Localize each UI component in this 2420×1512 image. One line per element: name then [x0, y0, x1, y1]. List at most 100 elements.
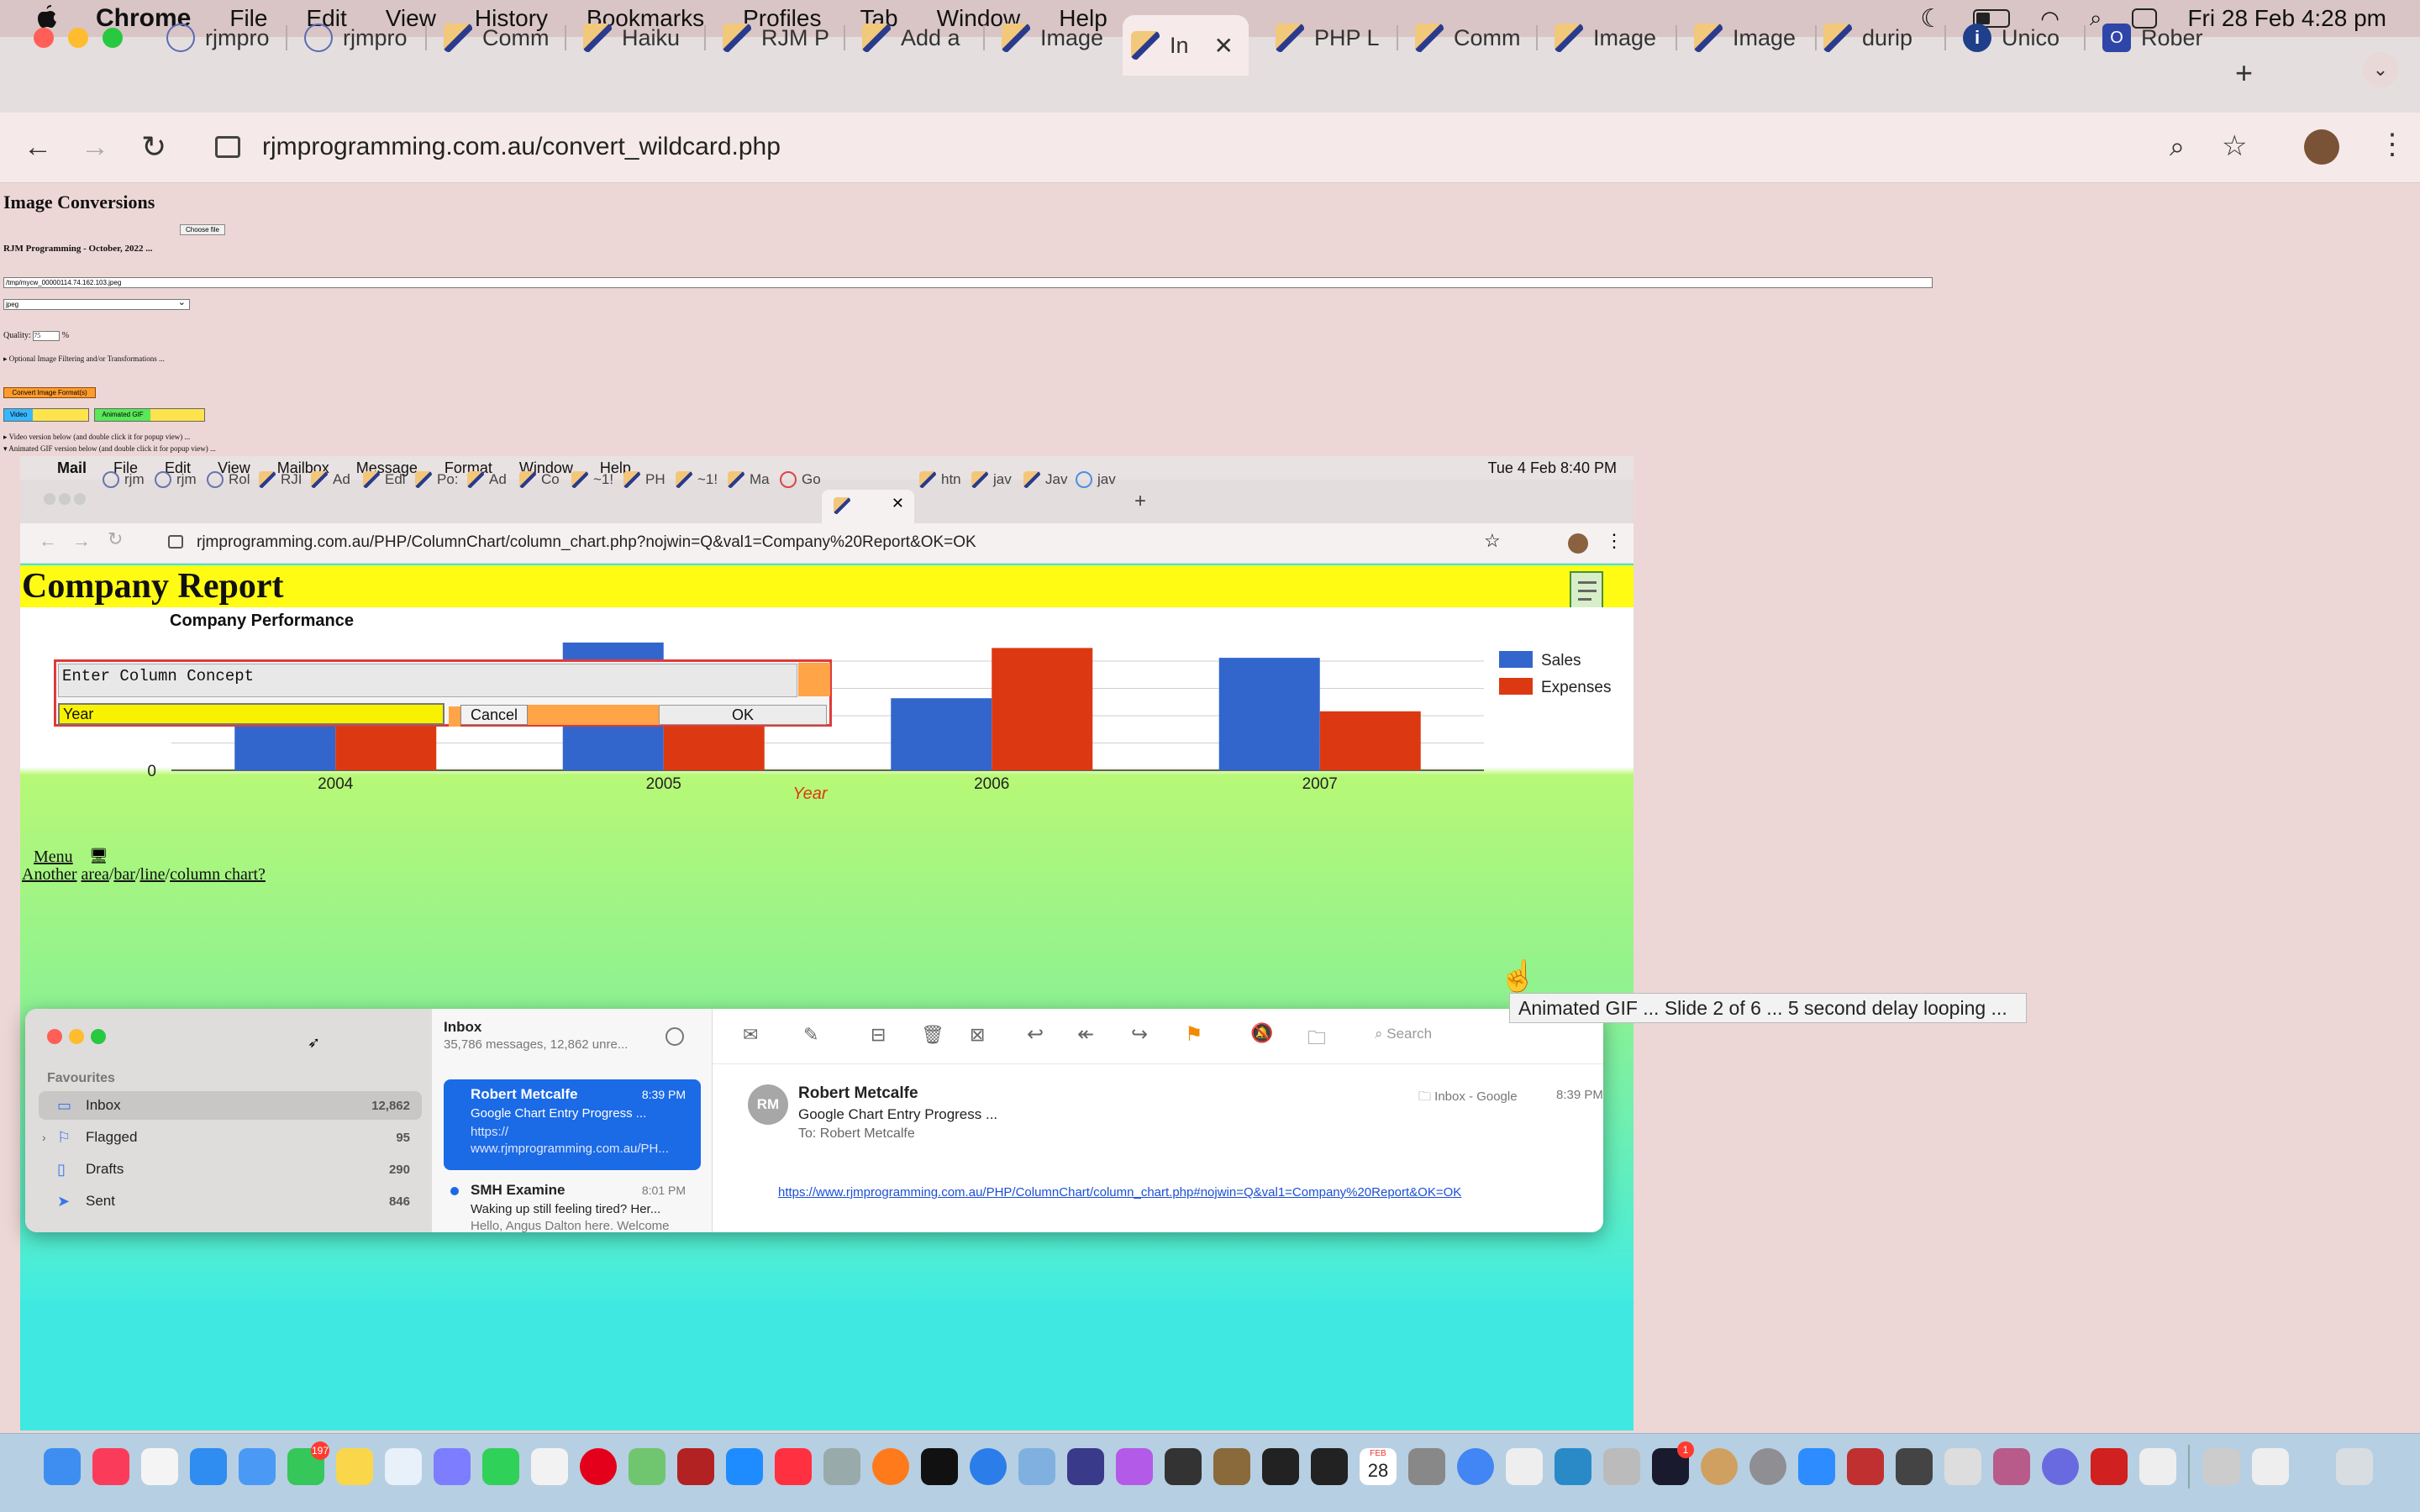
system-settings-icon[interactable]: [1749, 1448, 1786, 1485]
window-close-button[interactable]: [34, 28, 54, 48]
address-bar[interactable]: rjmprogramming.com.au/convert_wildcard.p…: [262, 133, 781, 161]
animated-gif-button[interactable]: Animated GIF: [94, 408, 205, 422]
safari-icon[interactable]: [190, 1448, 227, 1485]
app-icon[interactable]: [1993, 1448, 2030, 1485]
optional-filter-toggle[interactable]: ▸ Optional Image Filtering and/or Transf…: [3, 354, 165, 364]
keychain-icon[interactable]: [1213, 1448, 1250, 1485]
apple-tv-icon[interactable]: [921, 1448, 958, 1485]
music-icon[interactable]: [92, 1448, 129, 1485]
app-icon[interactable]: [2042, 1448, 2079, 1485]
maps-icon[interactable]: [629, 1448, 666, 1485]
video-button[interactable]: Video: [3, 408, 89, 422]
compass-icon[interactable]: [970, 1448, 1007, 1485]
browser-tab[interactable]: Comm: [435, 15, 550, 60]
utility-icon[interactable]: [1603, 1448, 1640, 1485]
browser-tab[interactable]: RJM P: [714, 15, 829, 60]
path-input[interactable]: /tmp/mycw_00000114.74.162.103.jpeg: [3, 277, 1933, 288]
notes-icon[interactable]: [336, 1448, 373, 1485]
finder-icon[interactable]: [44, 1448, 81, 1485]
app-icon[interactable]: [1944, 1448, 1981, 1485]
launchpad-icon[interactable]: [434, 1448, 471, 1485]
bookmark-star-icon[interactable]: ☆: [2222, 129, 2247, 163]
browser-tab[interactable]: O Rober: [2094, 15, 2203, 60]
firefox-icon[interactable]: [872, 1448, 909, 1485]
tab-label: Comm: [1454, 24, 1521, 50]
app-icon[interactable]: [1701, 1448, 1738, 1485]
bbedit-icon[interactable]: [1067, 1448, 1104, 1485]
reminders-icon[interactable]: [141, 1448, 178, 1485]
mailbox-label: Inbox: [86, 1097, 121, 1113]
tab-search-icon[interactable]: ⌄: [2363, 52, 2398, 87]
site-info-icon[interactable]: [215, 136, 240, 158]
format-select[interactable]: jpeg ⌄: [3, 298, 190, 310]
x-tick-label: 2006: [974, 775, 1009, 793]
calendar-icon[interactable]: FEB 28: [1360, 1448, 1397, 1485]
browser-tab[interactable]: rjmpro: [158, 15, 270, 60]
browser-tab[interactable]: Haiku: [575, 15, 680, 60]
reader-mailbox: 🗀 Inbox - Google: [1418, 1088, 1518, 1109]
quality-input[interactable]: 75: [33, 331, 60, 341]
new-tab-icon[interactable]: +: [2235, 55, 2253, 91]
browser-tab[interactable]: i Unico: [1954, 15, 2060, 60]
console-icon[interactable]: [1311, 1448, 1348, 1485]
browser-tab-active[interactable]: In ✕: [1123, 15, 1249, 76]
inner-tab-favicon: [363, 471, 380, 488]
recent-window-icon[interactable]: [2252, 1448, 2289, 1485]
filezilla-icon[interactable]: [677, 1448, 714, 1485]
zoom-app-icon[interactable]: [1798, 1448, 1835, 1485]
browser-tab[interactable]: durip: [1815, 15, 1912, 60]
news-icon[interactable]: [775, 1448, 812, 1485]
podcasts-icon[interactable]: [1116, 1448, 1153, 1485]
profile-avatar[interactable]: [2304, 129, 2339, 165]
message-row: SMH Examine 8:01 PM Waking up still feel…: [444, 1182, 701, 1232]
facetime-icon[interactable]: [482, 1448, 519, 1485]
reload-icon[interactable]: ↻: [141, 129, 166, 165]
convert-button[interactable]: Convert Image Format(s): [3, 387, 96, 398]
app-icon[interactable]: [1847, 1448, 1884, 1485]
chrome-icon[interactable]: [1457, 1448, 1494, 1485]
document-icon[interactable]: [1506, 1448, 1543, 1485]
legend-swatch: [1499, 678, 1533, 695]
choose-file-button[interactable]: Choose file: [180, 224, 225, 235]
messages-icon[interactable]: 197: [287, 1441, 329, 1485]
inner-tab-favicon: [519, 471, 536, 488]
forward-icon[interactable]: →: [81, 131, 109, 164]
inner-tab-favicon: [676, 471, 692, 488]
browser-tab[interactable]: Image: [1686, 15, 1796, 60]
app-icon[interactable]: [2139, 1448, 2176, 1485]
mail-icon[interactable]: [239, 1448, 276, 1485]
preview-icon[interactable]: [1018, 1448, 1055, 1485]
terminal-icon[interactable]: [1262, 1448, 1299, 1485]
browser-tab[interactable]: Comm: [1407, 15, 1521, 60]
window-zoom-button[interactable]: [103, 28, 123, 48]
app-icon[interactable]: [2091, 1448, 2128, 1485]
browser-tab[interactable]: rjmpro: [296, 15, 408, 60]
app-store-icon[interactable]: [726, 1448, 763, 1485]
calculator-icon[interactable]: [1408, 1448, 1445, 1485]
opera-icon[interactable]: [580, 1448, 617, 1485]
animated-gif-frame[interactable]: Mail File Edit View Mailbox Message Form…: [20, 456, 1634, 1431]
chrome-menu-icon[interactable]: ⋮: [2378, 128, 2407, 161]
browser-tab[interactable]: PHP L: [1267, 15, 1380, 60]
browser-tab[interactable]: Image: [1546, 15, 1656, 60]
tab-close-icon[interactable]: ✕: [1214, 32, 1234, 60]
browser-tab[interactable]: Add a: [854, 15, 960, 60]
browser-tab[interactable]: Image: [993, 15, 1103, 60]
downloads-icon[interactable]: [2203, 1448, 2240, 1485]
textedit-icon[interactable]: [531, 1448, 568, 1485]
trash-icon[interactable]: [2336, 1448, 2373, 1485]
inner-tab: Rol: [207, 466, 250, 493]
terminal-icon[interactable]: [1165, 1448, 1202, 1485]
reply-icon: ↩: [1027, 1023, 1044, 1046]
window-minimize-button[interactable]: [68, 28, 88, 48]
gimp-icon[interactable]: [823, 1448, 860, 1485]
back-icon[interactable]: ←: [24, 131, 52, 164]
zoom-icon[interactable]: ⌕: [2170, 131, 2185, 163]
inner-tab-label: Go: [802, 471, 821, 487]
moon-icon[interactable]: ☾: [1920, 4, 1943, 34]
intellij-icon[interactable]: 1: [1652, 1441, 1694, 1485]
freeform-icon[interactable]: [385, 1448, 422, 1485]
menubar-clock[interactable]: Fri 28 Feb 4:28 pm: [2187, 5, 2386, 32]
app-icon[interactable]: [1896, 1448, 1933, 1485]
quicktime-icon[interactable]: [1555, 1448, 1591, 1485]
